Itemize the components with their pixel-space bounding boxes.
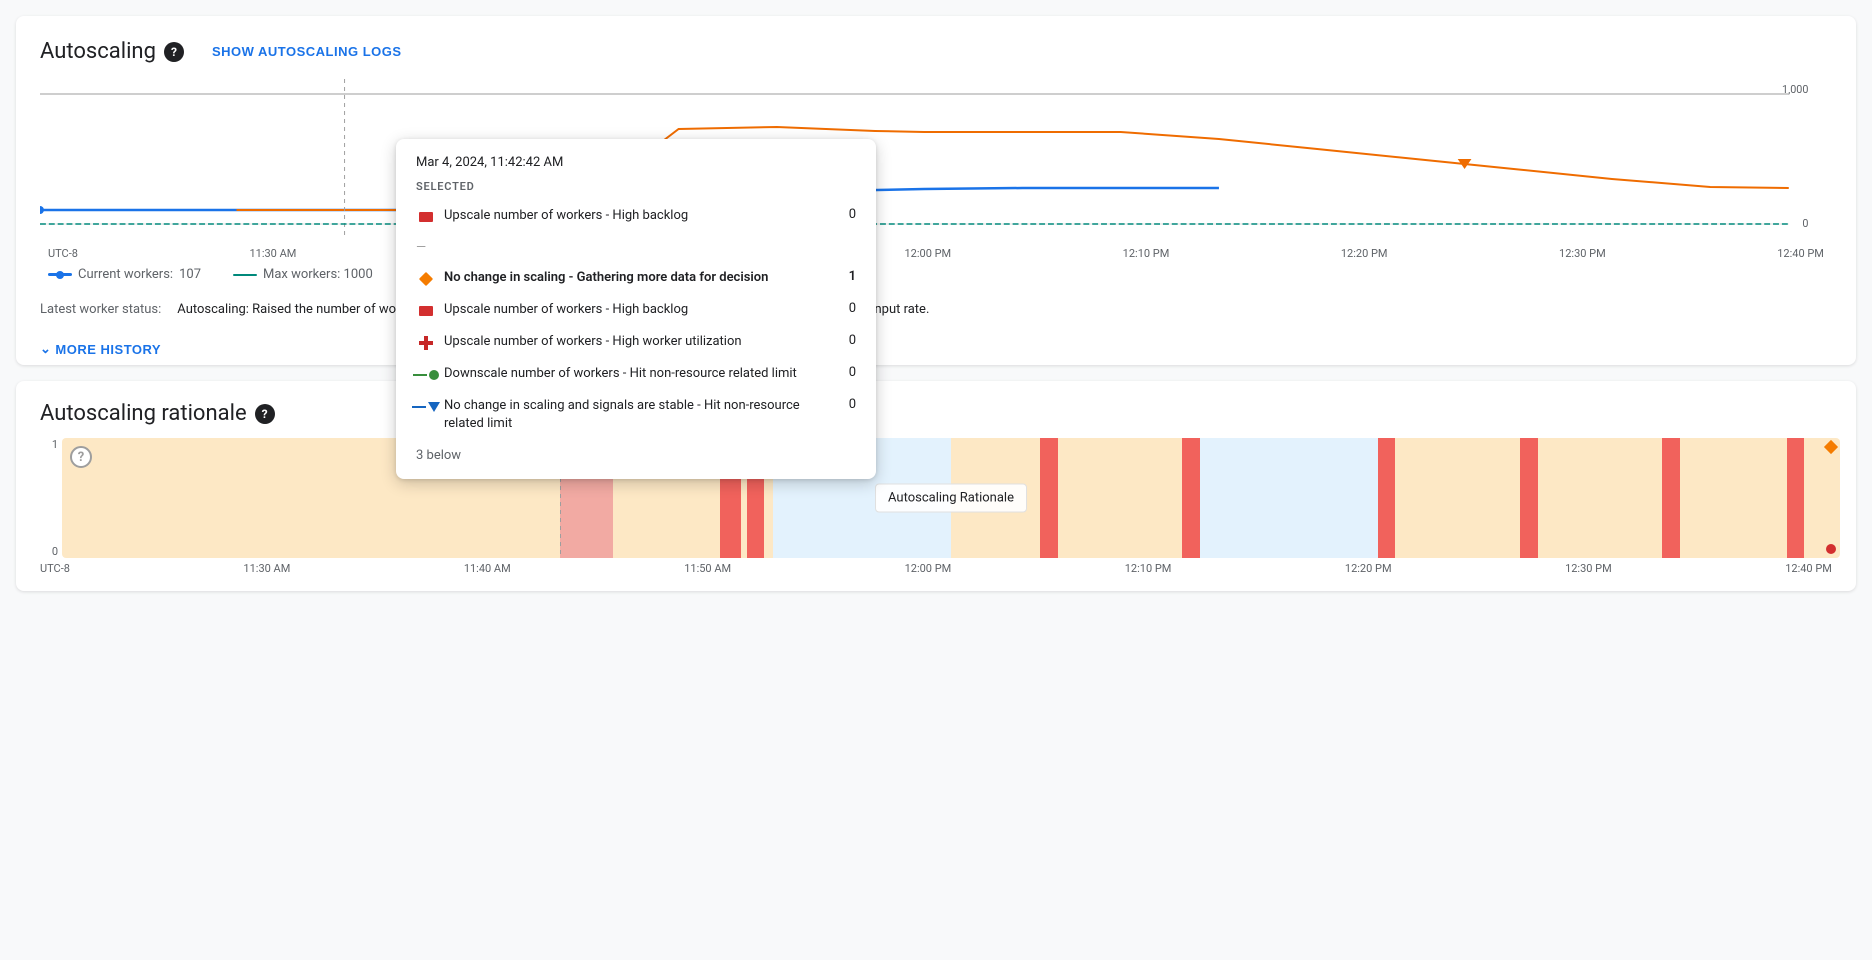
tooltip-row-upscale-utilization: Upscale number of workers - High worker … — [416, 327, 856, 359]
rationale-title: Autoscaling rationale — [40, 401, 247, 426]
rationale-header: Autoscaling rationale ? — [16, 381, 1856, 438]
tooltip-row-nochange-text: No change in scaling - Gathering more da… — [444, 269, 828, 287]
tooltip-row-text: Upscale number of workers - High backlog — [444, 207, 828, 225]
tooltip-row-upscale-backlog-1: Upscale number of workers - High backlog… — [416, 201, 856, 233]
green-circle-icon — [416, 365, 436, 385]
rationale-chart-area: 1 0 — [16, 438, 1856, 575]
rationale-red-circle — [1826, 544, 1836, 554]
tooltip-row-upscale-backlog-2: Upscale number of workers - High backlog… — [416, 295, 856, 327]
legend-current-workers: Current workers: 107 — [48, 267, 201, 282]
rationale-axis-labels: UTC-8 11:30 AM 11:40 AM 11:50 AM 12:00 P… — [32, 558, 1840, 575]
rationale-section: Autoscaling rationale ? 1 0 — [16, 381, 1856, 591]
tooltip-row-nochange-stable: No change in scaling and signals are sta… — [416, 391, 856, 439]
autoscaling-chart-svg: 1,000 0 — [40, 79, 1832, 239]
show-autoscaling-logs-button[interactable]: SHOW AUTOSCALING LOGS — [200, 36, 414, 67]
rationale-chart-label: Autoscaling Rationale — [875, 484, 1027, 513]
tooltip-more: 3 below — [416, 448, 856, 463]
svg-text:0: 0 — [1802, 217, 1808, 230]
status-label: Latest worker status: — [40, 302, 161, 317]
autoscaling-chart-area: 1,000 0 — [16, 79, 1856, 259]
red-cross-icon — [416, 333, 436, 353]
tooltip-divider-row: — — [416, 233, 856, 263]
legend-max-workers: Max workers: 1000 — [233, 267, 373, 282]
tooltip-row-no-change-selected: No change in scaling - Gathering more da… — [416, 263, 856, 295]
tooltip-row-downscale: Downscale number of workers - Hit non-re… — [416, 359, 856, 391]
rationale-y-max: 1 — [52, 438, 58, 451]
autoscaling-tooltip: Mar 4, 2024, 11:42:42 AM SELECTED Upscal… — [396, 139, 876, 479]
red-rect-icon-2 — [416, 301, 436, 321]
legend-row: Current workers: 107 Max workers: 1000 M… — [16, 259, 1856, 290]
legend-current-label: Current workers: — [78, 267, 173, 282]
chart-axis-labels: UTC-8 11:30 AM 11:40 AM 11:50 PM 12:00 P… — [40, 247, 1832, 260]
rationale-y-min: 0 — [52, 545, 58, 558]
more-history-button[interactable]: ⌄ MORE HISTORY — [16, 333, 185, 365]
autoscaling-help-icon[interactable]: ? — [164, 42, 184, 62]
worker-status-section: Latest worker status: Autoscaling: Raise… — [16, 290, 1856, 333]
autoscaling-title: Autoscaling — [40, 39, 156, 64]
blue-arrow-icon — [416, 397, 436, 417]
rationale-help-icon[interactable]: ? — [255, 404, 275, 424]
tooltip-timestamp: Mar 4, 2024, 11:42:42 AM — [416, 155, 856, 170]
red-rect-icon — [416, 207, 436, 227]
autoscaling-header: Autoscaling ? SHOW AUTOSCALING LOGS — [16, 16, 1856, 79]
legend-current-value: 107 — [179, 267, 201, 282]
tooltip-selected-label: SELECTED — [416, 180, 856, 193]
legend-max-label: Max workers: 1000 — [263, 267, 373, 282]
rationale-chart-help-icon[interactable]: ? — [70, 446, 92, 468]
orange-diamond-icon — [416, 269, 436, 289]
